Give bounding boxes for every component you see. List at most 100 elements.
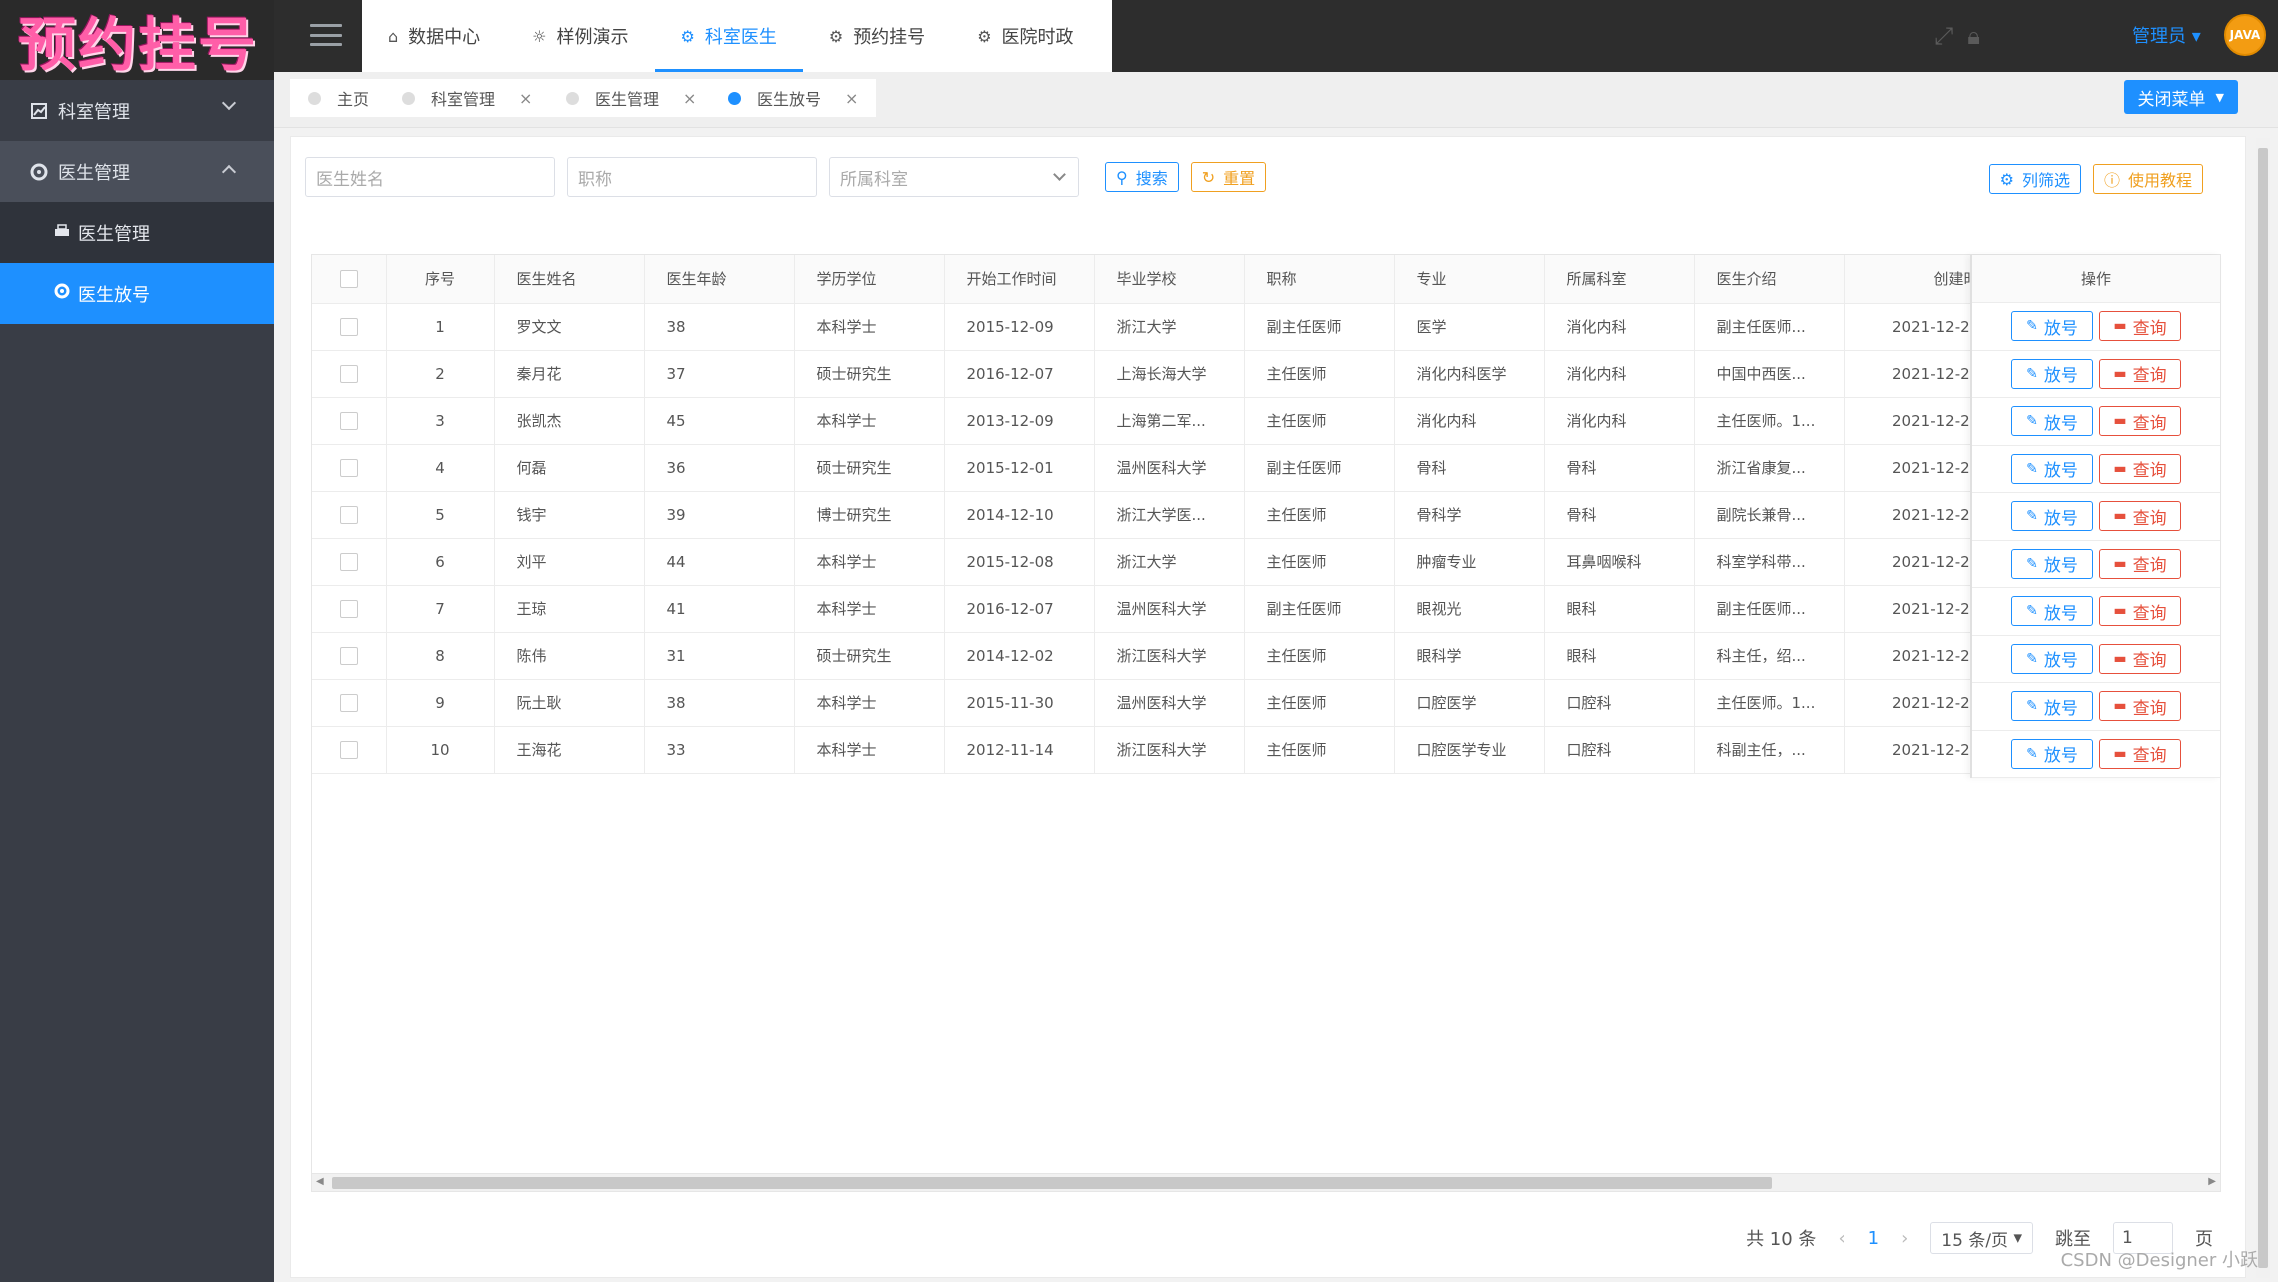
settings-icon (54, 283, 70, 304)
tab-doctor-release[interactable]: 医生放号 × (710, 79, 877, 117)
column-header[interactable]: 医生姓名 (494, 255, 645, 304)
prev-page-icon[interactable]: ‹ (1838, 1228, 1845, 1249)
sidebar-subitem-doctor-mgmt[interactable]: 医生管理 (0, 202, 274, 263)
sidebar-item-doctor-mgmt[interactable]: 医生管理 (0, 141, 274, 202)
row-checkbox[interactable] (312, 632, 387, 680)
column-header[interactable]: 所属科室 (1544, 255, 1695, 304)
close-icon[interactable]: × (845, 89, 858, 108)
sidebar-item-label: 医生管理 (58, 162, 130, 184)
topnav-item-dept-doctor[interactable]: ⚙ 科室医生 (654, 0, 804, 72)
topnav-item-demo[interactable]: ☼ 样例演示 (506, 0, 654, 72)
page-size-select[interactable]: 15 条/页 ▾ (1930, 1222, 2033, 1254)
hamburger-icon[interactable] (310, 24, 342, 46)
scroll-right-icon[interactable]: ▶ (2208, 1176, 2216, 1187)
close-icon[interactable]: × (683, 89, 696, 108)
release-button[interactable]: ✎ 放号 (2011, 691, 2093, 722)
topnav-item-hospital-news[interactable]: ⚙ 医院时政 (951, 0, 1099, 72)
row-checkbox[interactable] (312, 303, 387, 351)
row-checkbox[interactable] (312, 397, 387, 445)
tab-doctor-mgmt[interactable]: 医生管理 × (548, 79, 715, 117)
admin-menu[interactable]: 管理员 ▾ (2132, 22, 2201, 48)
trash-icon: ▬ (2113, 460, 2127, 477)
query-button[interactable]: ▬ 查询 (2099, 738, 2181, 769)
column-header[interactable]: 医生介绍 (1694, 255, 1845, 304)
release-button[interactable]: ✎ 放号 (2011, 596, 2093, 627)
sidebar-subitem-doctor-release[interactable]: 医生放号 (0, 263, 274, 324)
table-cell: 2016-12-07 (944, 350, 1095, 398)
lock-icon[interactable]: 🔒︎ (1967, 22, 1980, 50)
scroll-left-icon[interactable]: ◀ (316, 1176, 324, 1187)
table-cell: 6 (386, 538, 495, 586)
release-button[interactable]: ✎ 放号 (2011, 548, 2093, 579)
release-button[interactable]: ✎ 放号 (2011, 453, 2093, 484)
table-cell: 2015-11-30 (944, 679, 1095, 727)
table-cell: 秦月花 (494, 350, 645, 398)
query-button[interactable]: ▬ 查询 (2099, 311, 2181, 342)
column-header[interactable]: 毕业学校 (1094, 255, 1245, 304)
edit-icon: ✎ (2026, 460, 2038, 477)
query-button[interactable]: ▬ 查询 (2099, 691, 2181, 722)
scrollbar-thumb[interactable] (2258, 148, 2268, 1268)
table-cell: 36 (644, 444, 795, 492)
row-checkbox[interactable] (312, 585, 387, 633)
tab-dept-mgmt[interactable]: 科室管理 × (384, 79, 551, 117)
sidebar-item-dept-mgmt[interactable]: 科室管理 (0, 80, 274, 141)
column-header[interactable]: 序号 (386, 255, 495, 304)
horizontal-scrollbar[interactable]: ◀ ▶ (312, 1173, 2220, 1191)
column-filter-button[interactable]: ⚙ 列筛选 (1988, 164, 2081, 194)
query-button[interactable]: ▬ 查询 (2099, 548, 2181, 579)
release-button[interactable]: ✎ 放号 (2011, 501, 2093, 532)
query-button[interactable]: ▬ 查询 (2099, 643, 2181, 674)
query-button[interactable]: ▬ 查询 (2099, 453, 2181, 484)
row-checkbox[interactable] (312, 491, 387, 539)
gear-icon: ⚙ (977, 26, 992, 46)
row-checkbox[interactable] (312, 679, 387, 727)
select-all-checkbox[interactable] (312, 255, 387, 304)
column-header[interactable]: 医生年龄 (644, 255, 795, 304)
tutorial-button[interactable]: ⓘ 使用教程 (2092, 164, 2203, 194)
release-button[interactable]: ✎ 放号 (2011, 358, 2093, 389)
search-button[interactable]: ⚲ 搜索 (1105, 162, 1179, 192)
fullscreen-icon[interactable]: ⤢ (1934, 22, 1953, 50)
query-button[interactable]: ▬ 查询 (2099, 596, 2181, 627)
row-checkbox[interactable] (312, 350, 387, 398)
tab-home[interactable]: 主页 (290, 79, 388, 117)
department-select[interactable]: 所属科室 (829, 157, 1079, 197)
release-button[interactable]: ✎ 放号 (2011, 311, 2093, 342)
operation-row: ✎ 放号 ▬ 查询 (1972, 588, 2220, 636)
row-checkbox[interactable] (312, 726, 387, 774)
query-button[interactable]: ▬ 查询 (2099, 501, 2181, 532)
scrollbar-thumb[interactable] (332, 1177, 1772, 1189)
next-page-icon[interactable]: › (1901, 1228, 1908, 1249)
table-cell: 副主任医师 (1244, 303, 1395, 351)
column-header[interactable]: 学历学位 (794, 255, 945, 304)
table-cell: 本科学士 (794, 303, 945, 351)
column-header[interactable]: 专业 (1394, 255, 1545, 304)
edit-icon: ✎ (2026, 698, 2038, 715)
table-cell: 1 (386, 303, 495, 351)
topnav-item-appointment[interactable]: ⚙ 预约挂号 (803, 0, 951, 72)
reset-button[interactable]: ↻ 重置 (1190, 162, 1267, 192)
table-cell: 2016-12-07 (944, 585, 1095, 633)
edit-icon: ✎ (2026, 555, 2038, 572)
column-header[interactable]: 开始工作时间 (944, 255, 1095, 304)
close-icon[interactable]: × (519, 89, 532, 108)
page-number[interactable]: 1 (1868, 1228, 1879, 1249)
vertical-scrollbar[interactable] (2256, 138, 2270, 1278)
avatar[interactable]: JAVA (2224, 14, 2266, 56)
topnav-item-data-center[interactable]: ⌂ 数据中心 (362, 0, 506, 72)
release-button[interactable]: ✎ 放号 (2011, 738, 2093, 769)
table-cell: 45 (644, 397, 795, 445)
table-cell: 硕士研究生 (794, 632, 945, 680)
release-button[interactable]: ✎ 放号 (2011, 406, 2093, 437)
row-checkbox[interactable] (312, 538, 387, 586)
title-input[interactable]: 职称 (567, 157, 817, 197)
table-cell: 骨科学 (1394, 491, 1545, 539)
close-menu-button[interactable]: 关闭菜单 ▼ (2123, 80, 2238, 114)
query-button[interactable]: ▬ 查询 (2099, 358, 2181, 389)
row-checkbox[interactable] (312, 444, 387, 492)
query-button[interactable]: ▬ 查询 (2099, 406, 2181, 437)
release-button[interactable]: ✎ 放号 (2011, 643, 2093, 674)
doctor-name-input[interactable]: 医生姓名 (305, 157, 555, 197)
column-header[interactable]: 职称 (1244, 255, 1395, 304)
